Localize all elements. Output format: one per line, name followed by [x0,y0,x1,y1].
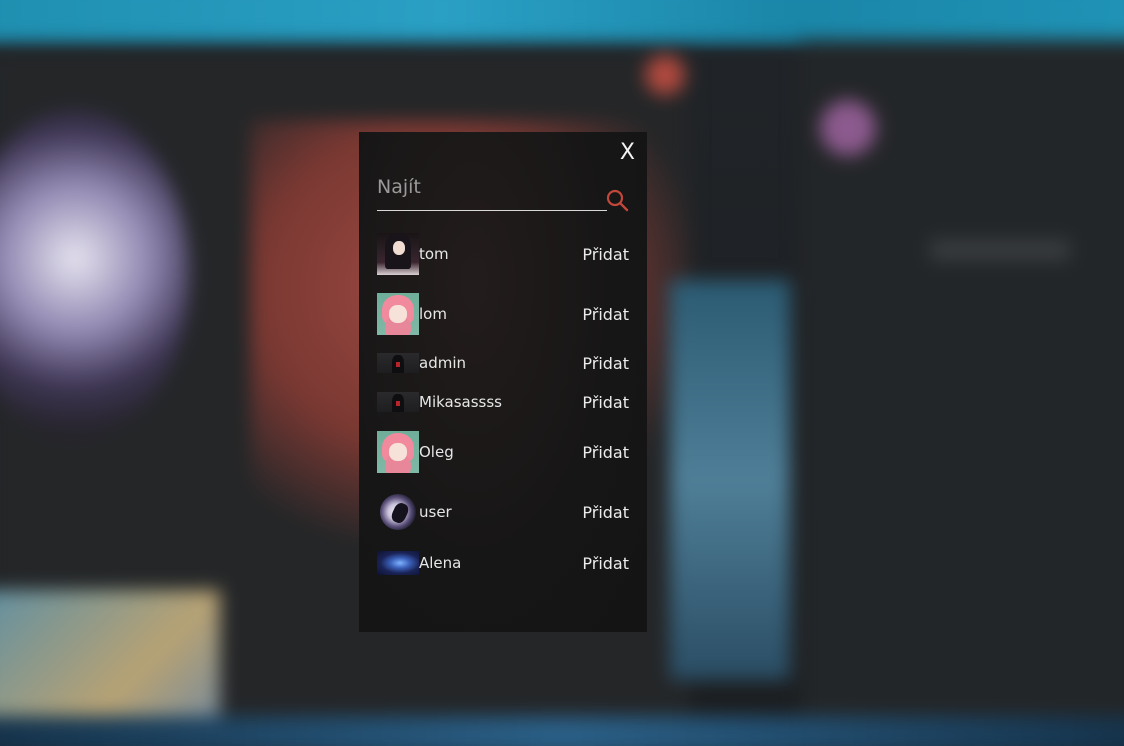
avatar [377,293,419,335]
avatar [377,353,419,373]
close-button[interactable]: X [620,140,635,166]
user-row: Alena Přidat [377,551,629,575]
avatar [377,233,419,275]
add-user-button[interactable]: Přidat [582,245,629,264]
background-image-strip [670,280,790,680]
avatar [377,491,419,533]
user-row: admin Přidat [377,353,629,373]
user-row: lom Přidat [377,293,629,335]
background-avatar [820,100,876,156]
avatar [377,551,419,575]
user-row: user Přidat [377,491,629,533]
add-user-button[interactable]: Přidat [582,305,629,324]
background-topbar [0,0,1124,40]
background-bottom-bar [0,716,1124,746]
add-user-button[interactable]: Přidat [582,443,629,462]
add-user-button[interactable]: Přidat [582,393,629,412]
add-user-button[interactable]: Přidat [582,554,629,573]
username: tom [419,245,449,263]
search-icon[interactable] [605,188,629,212]
username: Mikasassss [419,393,502,411]
user-row: Oleg Přidat [377,431,629,473]
background-text-line [930,240,1070,260]
username: Oleg [419,443,454,461]
background-red-button [645,55,685,95]
username: Alena [419,554,462,572]
search-input[interactable] [377,164,607,211]
avatar [377,392,419,412]
username: user [419,503,452,521]
username: admin [419,354,466,372]
user-row: Mikasassss Přidat [377,392,629,412]
avatar [377,431,419,473]
find-users-modal: X tom Přidat lom Přidat admin Přidat Mik… [359,132,647,632]
user-row: tom Přidat [377,233,629,275]
add-user-button[interactable]: Přidat [582,503,629,522]
add-user-button[interactable]: Přidat [582,354,629,373]
search-bar [377,164,629,212]
username: lom [419,305,447,323]
